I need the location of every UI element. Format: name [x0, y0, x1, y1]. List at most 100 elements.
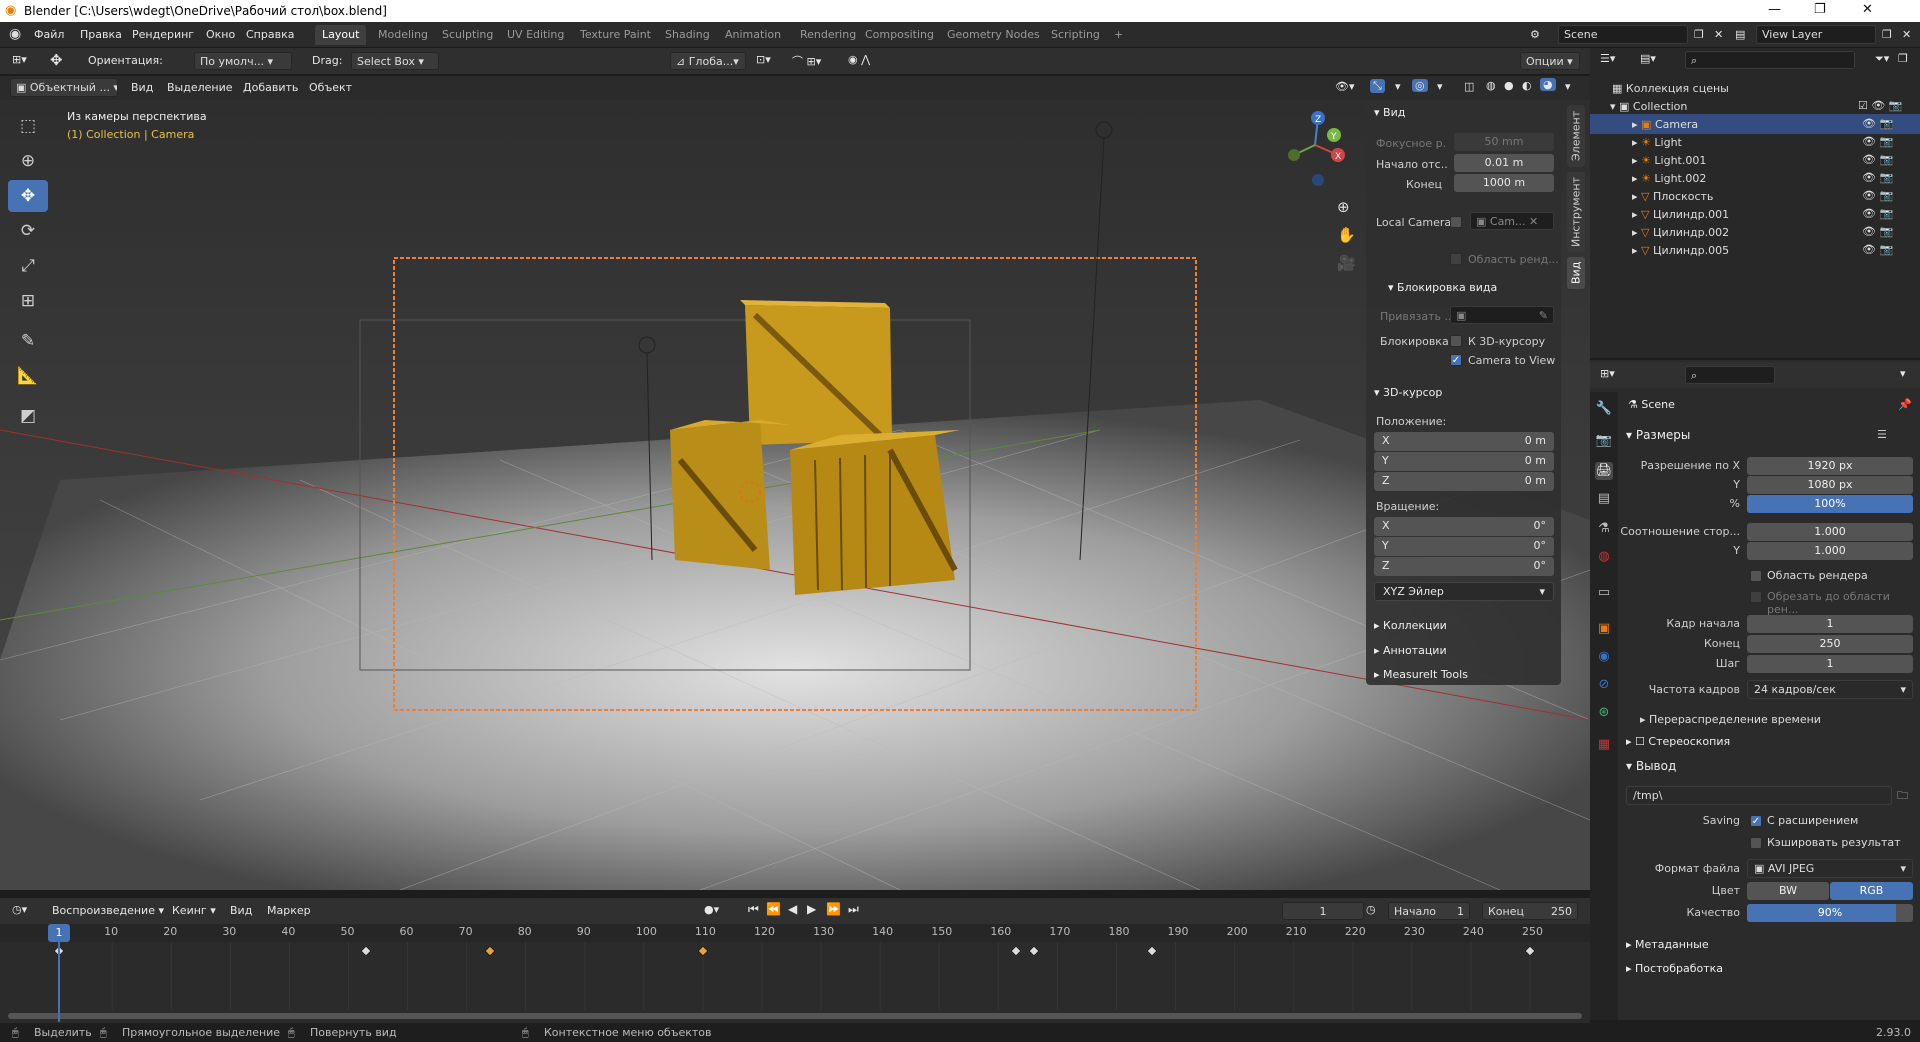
output-section-header[interactable]: ▾ Вывод [1626, 759, 1676, 773]
timeline-editor-icon[interactable]: ◷▾ [12, 903, 27, 916]
next-key-icon[interactable]: ⏩ [826, 902, 841, 916]
postprocessing-section[interactable]: ▸ Постобработка [1626, 962, 1723, 975]
delete-view-layer-icon[interactable]: ✕ [1902, 28, 1911, 41]
timeline-track[interactable] [0, 924, 1590, 1023]
metadata-section[interactable]: ▸ Метаданные [1626, 938, 1709, 951]
zoom-icon[interactable]: ⊕ [1337, 198, 1350, 216]
file-format-dropdown[interactable]: ▣ AVI JPEG ▾ [1747, 859, 1913, 878]
menu-edit[interactable]: Правка [80, 28, 122, 41]
proportional-edit-icon[interactable]: ◉ ⋀ [848, 53, 870, 66]
frame-step-field[interactable]: 1 [1747, 655, 1913, 673]
menu-marker[interactable]: Маркер [267, 904, 311, 917]
display-mode-icon[interactable]: ▤▾ [1640, 52, 1656, 65]
menu-window[interactable]: Окно [206, 28, 235, 41]
cursor-rot-x-field[interactable]: X 0° [1374, 517, 1554, 536]
playhead-frame-label[interactable]: 1 [48, 924, 70, 942]
presets-icon[interactable]: ☰ [1877, 428, 1887, 441]
record-icon[interactable]: ●▾ [704, 903, 719, 916]
physics-tab-icon[interactable]: ◉ [1595, 648, 1613, 666]
blender-menu-icon[interactable]: ◉ [9, 26, 21, 42]
color-bw-button[interactable]: BW [1747, 882, 1829, 900]
aspect-y-field[interactable]: 1.000 [1747, 542, 1913, 560]
view-layer-icon[interactable]: ▤ [1735, 28, 1745, 41]
delete-scene-icon[interactable]: ✕ [1714, 28, 1723, 41]
collections-section-header[interactable]: ▸ Коллекции [1366, 615, 1561, 637]
scene-selector-icon[interactable]: ⚙ [1530, 28, 1540, 41]
menu-select[interactable]: Выделение [167, 81, 233, 94]
snap-icon[interactable]: ⌒ ⊞▾ [792, 53, 821, 69]
tab-rendering[interactable]: Rendering [793, 25, 863, 45]
menu-view[interactable]: Вид [230, 904, 252, 917]
navigation-gizmo[interactable]: Z X Y [1280, 110, 1350, 190]
tab-geometry-nodes[interactable]: Geometry Nodes [940, 25, 1047, 45]
constraints-tab-icon[interactable]: ⊘ [1595, 676, 1613, 694]
measure-tool-icon[interactable]: 📐 [8, 360, 48, 392]
maximize-icon[interactable]: ❐ [1814, 2, 1826, 17]
options-dropdown[interactable]: Опции ▾ [1520, 52, 1580, 70]
editor-type-icon[interactable]: ⊞▾ [12, 53, 27, 66]
fps-dropdown[interactable]: 24 кадров/сек ▾ [1747, 680, 1913, 699]
resolution-x-field[interactable]: 1920 px [1747, 457, 1913, 475]
camera-to-view-checkbox[interactable]: ✓ [1450, 354, 1462, 366]
tab-sculpting[interactable]: Sculpting [435, 25, 500, 45]
outliner-item-cylinder-005[interactable]: ▸ ▽ Цилиндр.005 👁 📷 [1590, 240, 1920, 260]
quality-slider[interactable]: 90% [1747, 904, 1913, 922]
tab-scripting[interactable]: Scripting [1044, 25, 1107, 45]
view-layer-field[interactable]: View Layer [1756, 25, 1876, 44]
tab-modeling[interactable]: Modeling [371, 25, 435, 45]
current-frame-field[interactable]: 1 [1282, 902, 1364, 920]
shading-dropdown-icon[interactable]: ▾ [1565, 80, 1571, 93]
transform-tool-icon[interactable]: ⊞ [8, 285, 48, 317]
render-tab-icon[interactable]: 📷 [1595, 432, 1613, 450]
mode-dropdown[interactable]: ▣ Объектный ... ▾ [10, 78, 118, 97]
frame-end-field[interactable]: 250 [1747, 635, 1913, 653]
outliner-item-light-001[interactable]: ▸ ☀ Light.001 👁 📷 [1590, 150, 1920, 170]
new-collection-icon[interactable]: ❐ [1898, 52, 1908, 65]
dimensions-section-header[interactable]: ▾ Размеры [1626, 428, 1690, 442]
view-layer-tab-icon[interactable]: ▤ [1595, 490, 1613, 508]
cursor-rot-z-field[interactable]: Z 0° [1374, 557, 1554, 576]
annotate-tool-icon[interactable]: ✎ [8, 325, 48, 357]
tab-compositing[interactable]: Compositing [858, 25, 941, 45]
camera-view-icon[interactable]: 🎥 [1337, 254, 1356, 272]
add-workspace-icon[interactable]: + [1107, 25, 1130, 45]
cache-result-checkbox[interactable] [1750, 837, 1762, 849]
outliner-item-light-002[interactable]: ▸ ☀ Light.002 👁 📷 [1590, 168, 1920, 188]
menu-help[interactable]: Справка [246, 28, 294, 41]
solid-shading-icon[interactable]: ● [1504, 79, 1514, 92]
menu-keying[interactable]: Кеинг ▾ [172, 904, 216, 917]
transform-orientation-dropdown[interactable]: ⊿ Глоба...▾ [670, 52, 746, 70]
render-region-checkbox[interactable] [1450, 253, 1462, 265]
tab-tool[interactable]: Инструмент [1567, 172, 1585, 252]
properties-search-input[interactable]: ⌕ [1685, 366, 1775, 384]
output-path-field[interactable]: /tmp\ [1626, 786, 1892, 805]
clip-start-field[interactable]: 0.01 m [1454, 154, 1554, 172]
close-icon[interactable]: ✕ [1862, 2, 1873, 17]
pin-icon[interactable]: 📌 [1898, 398, 1912, 411]
lock-section-header[interactable]: ▾ Блокировка вида [1380, 277, 1575, 299]
rotation-mode-dropdown[interactable]: XYZ Эйлер ▾ [1374, 582, 1554, 601]
prev-key-icon[interactable]: ⏪ [766, 902, 781, 916]
outliner-item-plane[interactable]: ▸ ▽ Плоскость 👁 📷 [1590, 186, 1920, 206]
drag-dropdown[interactable]: Select Box ▾ [351, 52, 439, 70]
object-tab-icon[interactable]: ▣ [1595, 620, 1613, 638]
frame-start-field[interactable]: 1 [1747, 615, 1913, 633]
material-shading-icon[interactable]: ◐ [1522, 79, 1532, 92]
outliner-item-cylinder-002[interactable]: ▸ ▽ Цилиндр.002 👁 📷 [1590, 222, 1920, 242]
preview-range-icon[interactable]: ◷ [1366, 903, 1376, 916]
local-camera-checkbox[interactable] [1450, 216, 1462, 228]
filter-icon[interactable]: ⏷▾ [1875, 52, 1889, 66]
cursor-z-field[interactable]: Z0 m [1374, 472, 1554, 491]
texture-tab-icon[interactable]: ▦ [1595, 736, 1613, 754]
tab-shading[interactable]: Shading [658, 25, 717, 45]
lock-object-field[interactable]: ▣ ✎ [1450, 306, 1554, 324]
add-cube-tool-icon[interactable]: ◩ [8, 400, 48, 432]
rotate-tool-icon[interactable]: ⟳ [8, 215, 48, 247]
world-tab-icon[interactable]: ◍ [1595, 548, 1613, 566]
outliner-search-input[interactable]: ⌕ [1685, 51, 1855, 69]
new-scene-icon[interactable]: ❐ [1694, 28, 1704, 41]
play-reverse-icon[interactable]: ◀ [788, 902, 797, 916]
clip-end-field[interactable]: 1000 m [1454, 174, 1554, 192]
end-frame-field[interactable]: Конец 250 [1482, 902, 1578, 920]
cursor-rot-y-field[interactable]: Y 0° [1374, 537, 1554, 556]
